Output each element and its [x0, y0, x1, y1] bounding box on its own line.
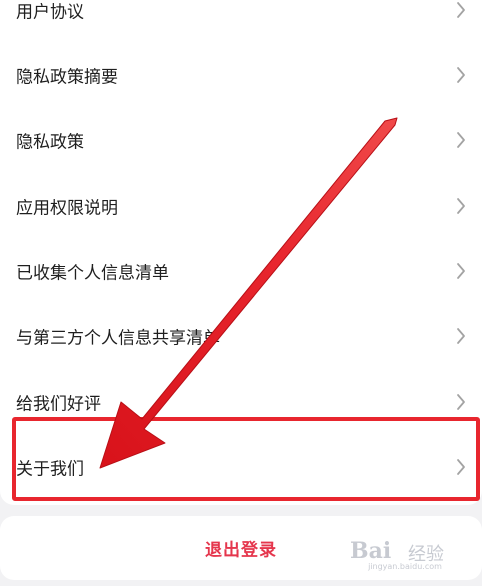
- chevron-right-icon: [457, 328, 465, 344]
- settings-item-label: 隐私政策: [16, 132, 84, 153]
- settings-list: 用户协议 隐私政策摘要 隐私政策 应用权限说明 已收集个人信息清单 与第三方个人…: [0, 0, 482, 505]
- settings-item-user-agreement[interactable]: 用户协议: [0, 0, 482, 43]
- chevron-right-icon: [457, 459, 465, 475]
- settings-item-collected-info[interactable]: 已收集个人信息清单: [0, 238, 482, 304]
- settings-item-label: 给我们好评: [16, 394, 101, 415]
- chevron-right-icon: [457, 198, 465, 214]
- settings-item-about-us[interactable]: 关于我们: [0, 434, 482, 500]
- settings-item-rate-us[interactable]: 给我们好评: [0, 369, 482, 435]
- chevron-right-icon: [457, 67, 465, 83]
- chevron-right-icon: [457, 394, 465, 410]
- chevron-right-icon: [457, 263, 465, 279]
- settings-item-privacy-policy[interactable]: 隐私政策: [0, 107, 482, 173]
- settings-item-label: 已收集个人信息清单: [16, 263, 169, 284]
- settings-item-label: 隐私政策摘要: [16, 67, 118, 88]
- settings-item-app-permissions[interactable]: 应用权限说明: [0, 173, 482, 239]
- logout-label: 退出登录: [205, 540, 277, 561]
- settings-item-label: 关于我们: [16, 459, 84, 480]
- chevron-right-icon: [457, 2, 465, 18]
- settings-item-third-party-sharing[interactable]: 与第三方个人信息共享清单: [0, 303, 482, 369]
- logout-button[interactable]: 退出登录: [0, 516, 482, 580]
- settings-item-privacy-summary[interactable]: 隐私政策摘要: [0, 42, 482, 108]
- settings-item-label: 与第三方个人信息共享清单: [16, 328, 220, 349]
- settings-item-label: 用户协议: [16, 2, 84, 23]
- settings-item-label: 应用权限说明: [16, 198, 118, 219]
- chevron-right-icon: [457, 132, 465, 148]
